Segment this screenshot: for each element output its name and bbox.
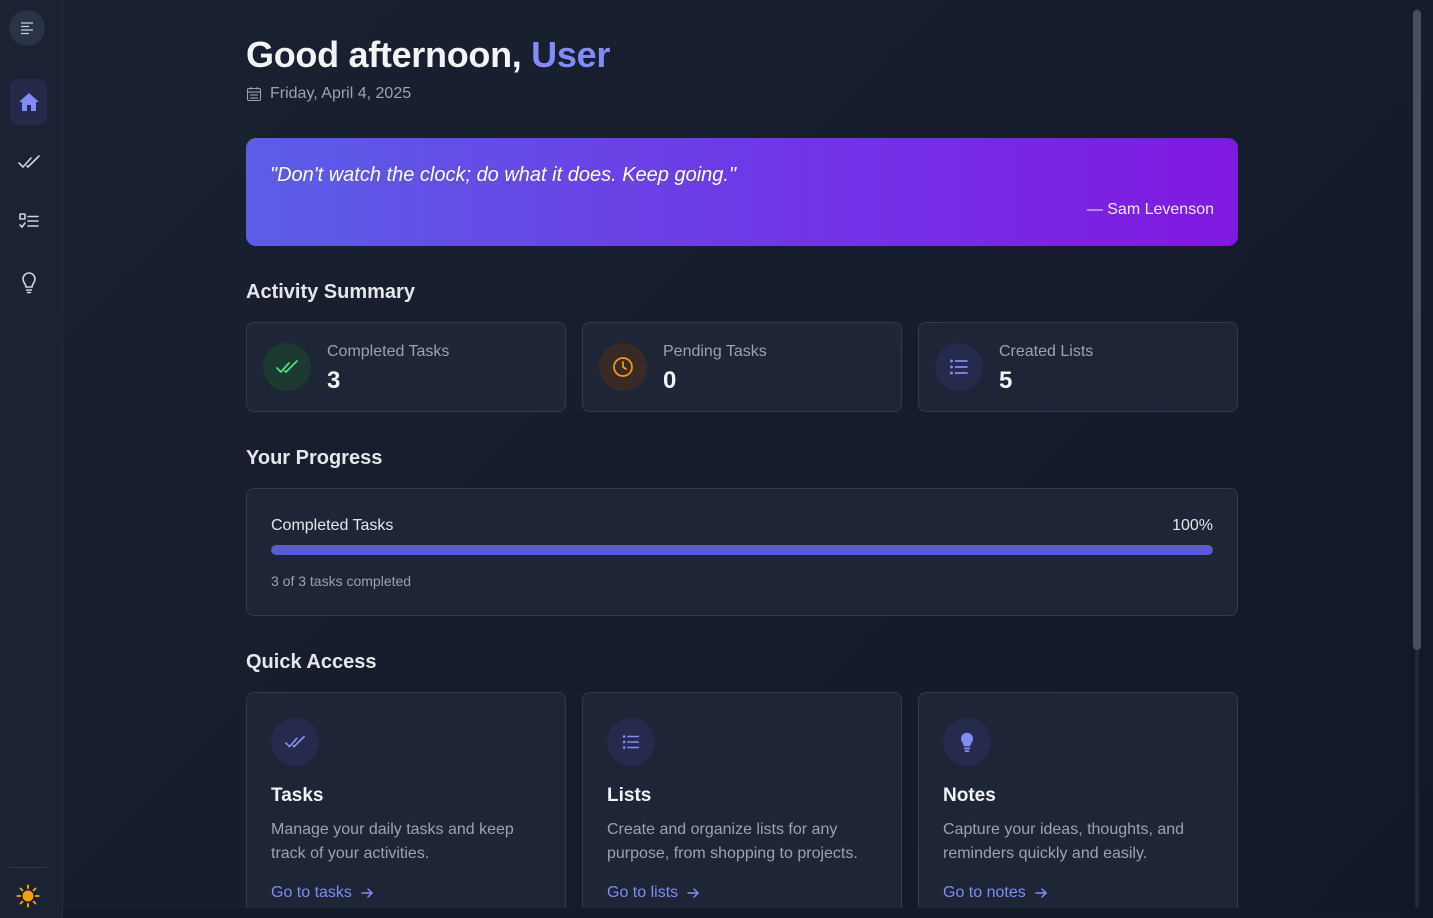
quote-author: — Sam Levenson (1086, 201, 1214, 218)
link-label: Go to tasks (271, 884, 352, 901)
quick-access-description: Capture your ideas, thoughts, and remind… (943, 821, 1185, 862)
quick-access-icon-circle (607, 718, 655, 766)
progress-percent: 100% (1172, 517, 1213, 534)
progress-bar (271, 545, 1213, 555)
quick-access-heading: Quick Access (246, 651, 377, 673)
sun-icon (16, 884, 40, 908)
sidebar-item-tasks[interactable] (10, 139, 47, 185)
current-date: Friday, April 4, 2025 (270, 85, 412, 102)
progress-card: Completed Tasks 100% 3 of 3 tasks comple… (246, 488, 1238, 616)
list-icon (950, 359, 968, 375)
sidebar-item-home[interactable] (10, 79, 47, 125)
lightbulb-icon (21, 272, 36, 294)
sidebar-toggle-button[interactable] (9, 10, 45, 46)
stat-value: 3 (327, 367, 341, 394)
quick-access-card-lists[interactable]: Lists Create and organize lists for any … (582, 692, 902, 918)
link-label: Go to notes (943, 884, 1026, 901)
stat-label: Created Lists (999, 343, 1094, 360)
activity-summary-heading: Activity Summary (246, 281, 415, 303)
greeting-text: Good afternoon, (246, 34, 522, 75)
sidebar-item-lists[interactable] (10, 199, 47, 245)
quick-access-title: Lists (607, 785, 652, 806)
theme-toggle-button[interactable] (14, 882, 42, 910)
stat-label: Pending Tasks (663, 343, 767, 360)
progress-label: Completed Tasks (271, 517, 394, 534)
stat-value: 0 (663, 367, 677, 394)
quick-access-description: Manage your daily tasks and keep track o… (271, 821, 514, 862)
calendar-icon (246, 87, 262, 102)
stat-icon-circle (263, 343, 311, 391)
stat-icon-circle (599, 343, 647, 391)
stat-card-completed: Completed Tasks 3 (246, 322, 566, 412)
page-title: Good afternoon, User (246, 34, 610, 76)
scrollbar[interactable] (1413, 8, 1421, 908)
menu-icon (21, 22, 33, 35)
quick-access-card-tasks[interactable]: Tasks Manage your daily tasks and keep t… (246, 692, 566, 918)
app: Good afternoon, User Friday, April 4, 20… (0, 0, 1433, 918)
quick-access-card-notes[interactable]: Notes Capture your ideas, thoughts, and … (918, 692, 1238, 918)
stat-value: 5 (999, 367, 1013, 394)
sidebar-item-notes[interactable] (10, 259, 47, 305)
stat-label: Completed Tasks (327, 343, 450, 360)
sidebar (0, 0, 63, 918)
quote-banner: "Don't watch the clock; do what it does.… (246, 138, 1238, 246)
arrow-right-icon (1034, 888, 1047, 898)
stat-card-pending: Pending Tasks 0 (582, 322, 902, 412)
go-to-lists-link[interactable]: Go to lists (607, 884, 700, 902)
quick-access-title: Notes (943, 785, 996, 806)
go-to-tasks-link[interactable]: Go to tasks (271, 884, 374, 902)
date-row: Friday, April 4, 2025 (246, 85, 411, 103)
progress-bar-fill (271, 545, 1213, 555)
go-to-notes-link[interactable]: Go to notes (943, 884, 1048, 902)
stat-card-lists: Created Lists 5 (918, 322, 1238, 412)
checklist-icon (18, 213, 39, 229)
progress-heading: Your Progress (246, 447, 383, 469)
stat-icon-circle (935, 343, 983, 391)
quick-access-description: Create and organize lists for any purpos… (607, 821, 858, 862)
scrollbar-thumb[interactable] (1413, 10, 1421, 650)
list-icon (622, 735, 640, 749)
double-check-icon (17, 155, 40, 169)
progress-note: 3 of 3 tasks completed (271, 573, 412, 589)
lightbulb-icon (960, 732, 974, 753)
quick-access-icon-circle (943, 718, 991, 766)
user-name: User (531, 34, 611, 75)
clock-icon (613, 357, 633, 377)
quote-text: "Don't watch the clock; do what it does.… (270, 164, 737, 186)
viewport-edge (63, 908, 1403, 918)
quick-access-icon-circle (271, 718, 319, 766)
arrow-right-icon (687, 888, 700, 898)
quick-access-title: Tasks (271, 785, 324, 806)
double-check-icon (285, 735, 305, 748)
link-label: Go to lists (607, 884, 679, 901)
sidebar-divider (9, 867, 47, 868)
double-check-icon (276, 360, 298, 374)
arrow-right-icon (361, 888, 373, 898)
home-icon (18, 93, 39, 111)
